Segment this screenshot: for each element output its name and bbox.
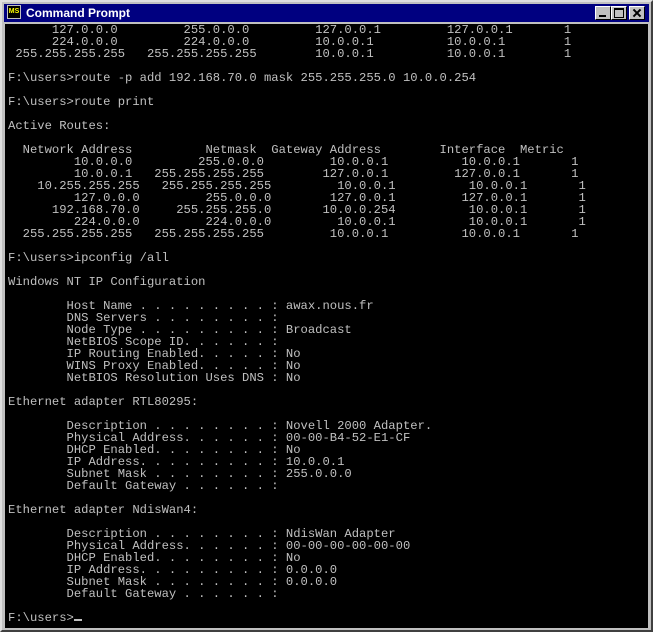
console-line: Default Gateway . . . . . . : xyxy=(8,479,279,493)
text-cursor xyxy=(73,619,82,621)
window-title: Command Prompt xyxy=(26,6,131,20)
console-line: Default Gateway . . . . . . : xyxy=(8,587,279,601)
console-line: Ethernet adapter RTL80295: xyxy=(8,395,199,409)
command-prompt-icon[interactable]: MS xyxy=(7,5,21,19)
console-line: F:\users> xyxy=(8,611,74,625)
console-line: 255.255.255.255 255.255.255.255 10.0.0.1… xyxy=(8,227,579,241)
console-output-area[interactable]: 127.0.0.0 255.0.0.0 127.0.0.1 127.0.0.1 … xyxy=(5,24,648,628)
app-icon-label: MS xyxy=(8,8,20,15)
title-bar[interactable]: MS Command Prompt xyxy=(4,4,649,22)
maximize-button[interactable] xyxy=(611,6,627,20)
command-prompt-window: MS Command Prompt 127.0.0.0 255.0.0.0 12… xyxy=(0,0,653,632)
console-line: NetBIOS Resolution Uses DNS : No xyxy=(8,371,301,385)
minimize-button[interactable] xyxy=(595,6,611,20)
console-line: 255.255.255.255 255.255.255.255 10.0.0.1… xyxy=(8,47,572,61)
console-text: 127.0.0.0 255.0.0.0 127.0.0.1 127.0.0.1 … xyxy=(5,24,648,624)
console-line: Ethernet adapter NdisWan4: xyxy=(8,503,199,517)
console-line: F:\users>ipconfig /all xyxy=(8,251,169,265)
console-line: F:\users>route -p add 192.168.70.0 mask … xyxy=(8,71,477,85)
console-line: Windows NT IP Configuration xyxy=(8,275,206,289)
close-button[interactable] xyxy=(629,6,645,20)
console-line: Active Routes: xyxy=(8,119,111,133)
console-line: F:\users>route print xyxy=(8,95,155,109)
